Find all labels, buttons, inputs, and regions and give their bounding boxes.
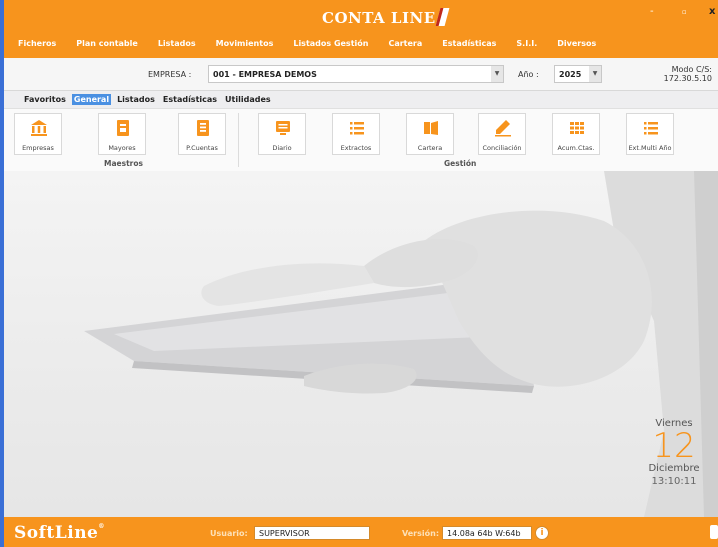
ext-multi-anio-label: Ext.Multi Año xyxy=(628,144,672,152)
status-bar: SoftLine® Usuario: SUPERVISOR Versión: 1… xyxy=(4,517,718,547)
cartera-label: Cartera xyxy=(417,144,443,152)
pcuentas-button[interactable]: P.Cuentas xyxy=(178,113,226,155)
chart-of-accounts-icon xyxy=(197,120,209,136)
menu-ficheros[interactable]: Ficheros xyxy=(18,39,56,48)
menu-listados-gestion[interactable]: Listados Gestión xyxy=(293,39,368,48)
menu-bar: Ficheros Plan contable Listados Movimien… xyxy=(18,39,596,48)
tab-favoritos[interactable]: Favoritos xyxy=(22,94,68,105)
usuario-value: SUPERVISOR xyxy=(259,529,310,538)
empresa-value: 001 - EMPRESA DEMOS xyxy=(213,70,317,79)
chevron-down-icon[interactable]: ▼ xyxy=(589,66,601,82)
anio-value: 2025 xyxy=(559,70,582,79)
ribbon: Empresas Mayores P.Cuentas Diario Extrac… xyxy=(4,108,718,172)
app-logo: CONTA LINE xyxy=(322,8,450,27)
ext-multi-anio-button[interactable]: Ext.Multi Año xyxy=(626,113,674,155)
tab-utilidades[interactable]: Utilidades xyxy=(223,94,273,105)
bank-icon xyxy=(31,120,47,136)
background-tablet-hand-image xyxy=(84,171,718,517)
close-icon[interactable]: x xyxy=(709,6,715,17)
pencil-icon xyxy=(495,120,511,137)
empresa-label: EMPRESA : xyxy=(148,70,192,79)
grid-icon xyxy=(570,122,584,134)
version-field: 14.08a 64b W:64b xyxy=(442,526,532,540)
month-text: Diciembre xyxy=(648,463,700,474)
menu-estadisticas[interactable]: Estadísticas xyxy=(442,39,496,48)
extractos-label: Extractos xyxy=(340,144,372,152)
list-icon xyxy=(644,122,658,135)
server-mode: Modo C/S: 172.30.5.10 xyxy=(664,65,712,83)
modo-label: Modo C/S: xyxy=(671,65,712,74)
workspace xyxy=(4,171,718,517)
folder-icon xyxy=(424,121,438,135)
info-icon[interactable]: i xyxy=(535,526,549,540)
group-label-gestion: Gestión xyxy=(444,159,477,168)
journal-icon xyxy=(276,121,290,135)
menu-movimientos[interactable]: Movimientos xyxy=(216,39,274,48)
ledger-icon xyxy=(117,120,129,136)
pcuentas-label: P.Cuentas xyxy=(186,144,218,152)
group-separator xyxy=(238,113,239,167)
company-bar: EMPRESA : 001 - EMPRESA DEMOS ▼ Año : 20… xyxy=(4,58,718,91)
group-label-maestros: Maestros xyxy=(104,159,143,168)
chevron-down-icon[interactable]: ▼ xyxy=(491,66,503,82)
logo-mark-icon xyxy=(435,8,450,26)
tab-estadisticas[interactable]: Estadísticas xyxy=(161,94,219,105)
version-value: 14.08a 64b W:64b xyxy=(447,529,521,538)
app-window: CONTA LINE Ficheros Plan contable Listad… xyxy=(0,0,718,547)
list-icon xyxy=(350,122,364,135)
conciliacion-button[interactable]: Conciliación xyxy=(478,113,526,155)
modo-address: 172.30.5.10 xyxy=(663,74,712,83)
usuario-field: SUPERVISOR xyxy=(254,526,370,540)
extractos-button[interactable]: Extractos xyxy=(332,113,380,155)
ribbon-tabs: Favoritos General Listados Estadísticas … xyxy=(22,94,273,105)
diario-label: Diario xyxy=(272,144,292,152)
diario-button[interactable]: Diario xyxy=(258,113,306,155)
menu-plan-contable[interactable]: Plan contable xyxy=(76,39,138,48)
empresas-label: Empresas xyxy=(22,144,54,152)
menu-listados[interactable]: Listados xyxy=(158,39,196,48)
maximize-icon[interactable]: ▫ xyxy=(682,8,687,16)
menu-diversos[interactable]: Diversos xyxy=(557,39,596,48)
mayores-label: Mayores xyxy=(108,144,136,152)
cartera-button[interactable]: Cartera xyxy=(406,113,454,155)
menu-cartera[interactable]: Cartera xyxy=(388,39,422,48)
tab-general[interactable]: General xyxy=(71,94,112,105)
day-number: 12 xyxy=(652,426,696,466)
menu-sii[interactable]: S.I.I. xyxy=(516,39,537,48)
empresa-select[interactable]: 001 - EMPRESA DEMOS ▼ xyxy=(208,65,504,83)
conciliacion-label: Conciliación xyxy=(482,144,522,152)
softline-logo: SoftLine® xyxy=(14,523,105,543)
clock-time: 13:10:11 xyxy=(651,476,697,487)
anio-label: Año : xyxy=(518,70,539,79)
empresas-button[interactable]: Empresas xyxy=(14,113,62,155)
anio-select[interactable]: 2025 ▼ xyxy=(554,65,602,83)
acum-ctas-label: Acum.Ctas. xyxy=(557,144,595,152)
acum-ctas-button[interactable]: Acum.Ctas. xyxy=(552,113,600,155)
version-label: Versión: xyxy=(402,529,440,538)
date-panel: Viernes 12 Diciembre 13:10:11 xyxy=(634,418,714,487)
minimize-icon[interactable]: - xyxy=(650,6,654,17)
usuario-label: Usuario: xyxy=(210,529,248,538)
notification-icon[interactable] xyxy=(710,525,718,539)
title-bar: CONTA LINE Ficheros Plan contable Listad… xyxy=(4,0,718,58)
tab-listados[interactable]: Listados xyxy=(115,94,157,105)
mayores-button[interactable]: Mayores xyxy=(98,113,146,155)
